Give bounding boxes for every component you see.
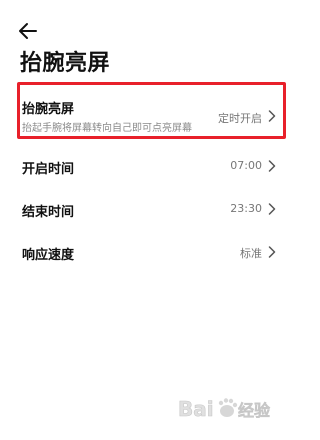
chevron-right-icon [268, 203, 276, 215]
svg-text:Bai: Bai [178, 397, 214, 421]
back-arrow-icon[interactable] [18, 22, 38, 40]
end-time-value: 23:30 [230, 202, 262, 215]
highlight-box [17, 82, 286, 139]
response-speed-label: 响应速度 [22, 248, 75, 263]
baidu-jingyan-watermark-logo: Bai 经验 [178, 397, 271, 422]
start-time-row[interactable]: 开启时间 07:00 [0, 148, 294, 184]
chevron-right-icon [268, 246, 276, 258]
end-time-label: 结束时间 [22, 205, 75, 220]
response-speed-value: 标准 [240, 247, 262, 260]
svg-text:经验: 经验 [238, 401, 271, 420]
response-speed-row[interactable]: 响应速度 标准 [0, 234, 294, 270]
chevron-right-icon [268, 160, 276, 172]
start-time-value: 07:00 [230, 159, 262, 172]
end-time-row[interactable]: 结束时间 23:30 [0, 191, 294, 227]
page-title: 抬腕亮屏 [20, 51, 111, 76]
start-time-label: 开启时间 [22, 162, 75, 177]
